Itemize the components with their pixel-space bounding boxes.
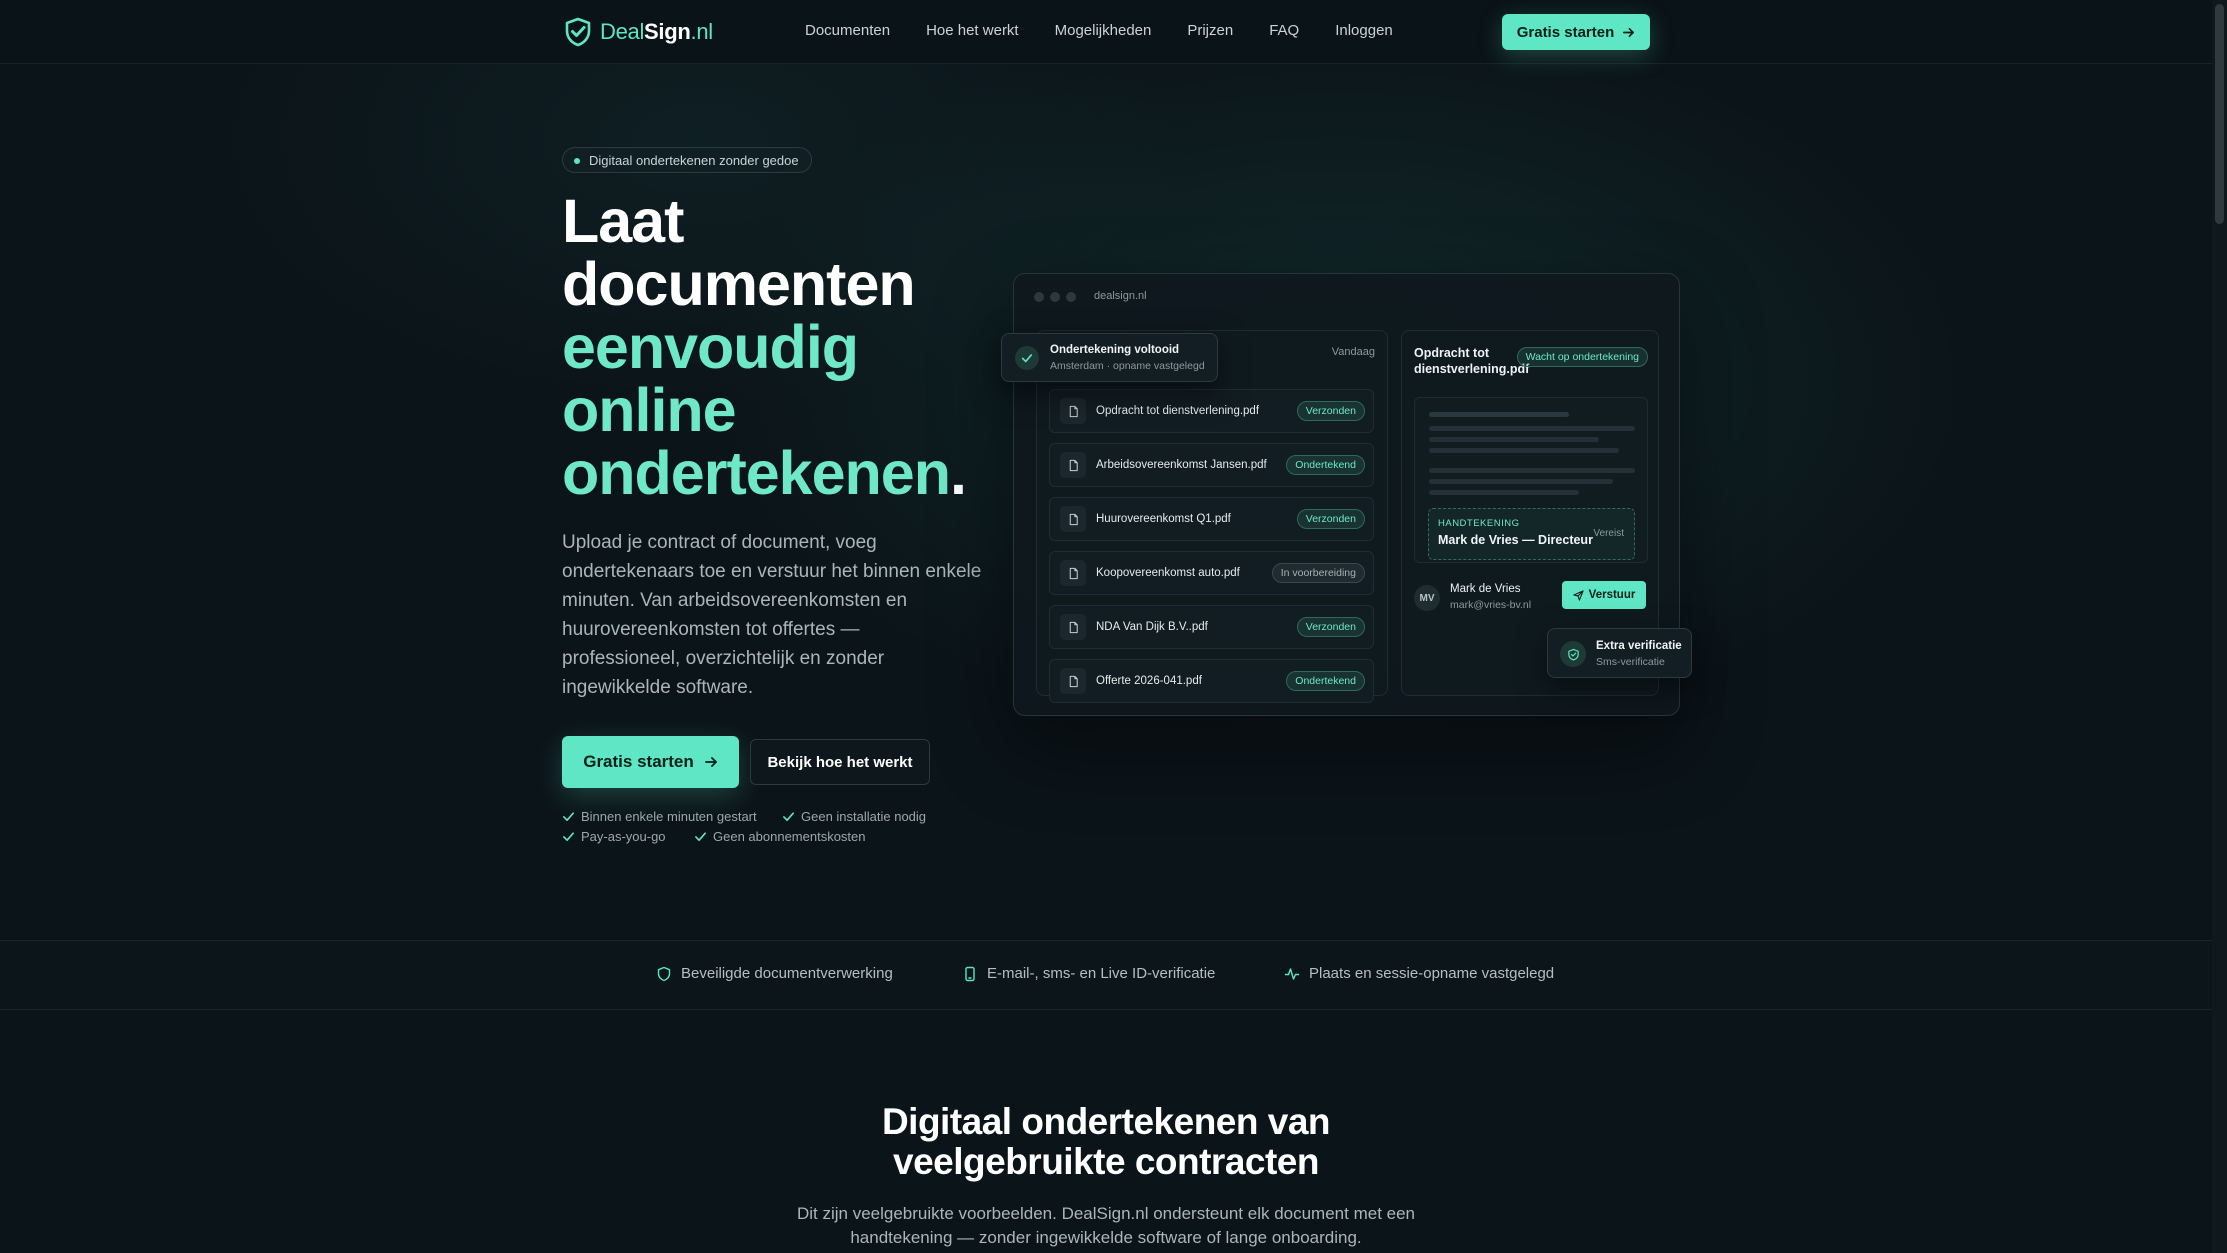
signature-name: Mark de Vries — Directeur [1438, 533, 1593, 547]
nav-link-prijzen[interactable]: Prijzen [1187, 22, 1233, 39]
send-icon [1573, 589, 1584, 601]
document-name: Arbeidsovereenkomst Jansen.pdf [1096, 459, 1267, 471]
document-row[interactable]: Arbeidsovereenkomst Jansen.pdf Onderteke… [1049, 443, 1374, 487]
trust-bar: Beveiligde documentverwerking E-mail-, s… [0, 940, 2212, 1010]
status-badge: Ondertekend [1286, 671, 1365, 691]
dealsign-logo[interactable]: DealSign.nl [562, 15, 713, 49]
file-icon [1060, 614, 1086, 640]
document-preview: HANDTEKENING Mark de Vries — Directeur V… [1414, 397, 1648, 563]
scrollbar-thumb[interactable] [2215, 4, 2224, 224]
document-row[interactable]: NDA Van Dijk B.V..pdf Verzonden [1049, 605, 1374, 649]
nav-link-hoe-het-werkt[interactable]: Hoe het werkt [926, 22, 1019, 39]
signature-field[interactable]: HANDTEKENING Mark de Vries — Directeur V… [1428, 508, 1635, 560]
signer-email: mark@vries-bv.nl [1450, 599, 1532, 611]
headline-line-2: documenten [562, 250, 916, 318]
document-name: Opdracht tot dienstverlening.pdf [1096, 405, 1260, 417]
file-icon [1060, 560, 1086, 586]
logo-wordmark: DealSign.nl [600, 19, 713, 44]
shield-check-logo-icon [565, 17, 591, 47]
page-scrollbar[interactable] [2212, 0, 2227, 1253]
nav-link-documenten[interactable]: Documenten [805, 22, 890, 39]
nav-link-faq[interactable]: FAQ [1269, 22, 1299, 39]
nav-cta-label: Gratis starten [1516, 23, 1615, 41]
primary-button-label: Gratis starten [583, 752, 694, 771]
headline-line-1: Laat [562, 187, 684, 255]
send-button-label: Verstuur [1588, 589, 1636, 601]
verification-title: Extra verificatie [1596, 640, 1682, 652]
document-row[interactable]: Koopovereenkomst auto.pdf In voorbereidi… [1049, 551, 1374, 595]
document-row[interactable]: Opdracht tot dienstverlening.pdf Verzond… [1049, 389, 1374, 433]
hero-intro: Upload je contract of document, voeg ond… [562, 532, 982, 698]
hero-headline: Laat documenten eenvoudig online onderte… [562, 190, 1022, 505]
smartphone-icon [965, 966, 975, 981]
status-badge: Wacht op ondertekening [1516, 347, 1648, 367]
status-badge: Ondertekend [1286, 455, 1365, 475]
status-badge: Verzonden [1296, 401, 1365, 421]
check-circle-icon [1015, 346, 1039, 370]
extra-verification-card: Extra verificatie Sms-verificatie [1547, 628, 1692, 678]
headline-line-5: ondertekenen. [562, 439, 967, 507]
file-icon [1060, 668, 1086, 694]
file-icon [1060, 506, 1086, 532]
trust-item-session-recording: Plaats en sessie-opname vastgelegd [1284, 965, 1554, 982]
section-title: Digitaal ondertekenen van veelgebruikte … [881, 1101, 1331, 1182]
file-icon [1060, 398, 1086, 424]
check-item: Pay-as-you-go [562, 829, 694, 844]
top-navigation: DealSign.nl Documenten Hoe het werkt Mog… [0, 0, 2212, 64]
avatar: MV [1414, 585, 1440, 611]
headline-line-3: eenvoudig [562, 313, 859, 381]
arrow-right-icon [1623, 27, 1635, 37]
check-item: Binnen enkele minuten gestart [562, 809, 782, 824]
signature-label: HANDTEKENING [1438, 518, 1520, 529]
shield-icon [657, 966, 671, 981]
check-item: Geen installatie nodig [782, 809, 926, 824]
signing-complete-toast: Ondertekening voltooid Amsterdam · opnam… [1001, 333, 1218, 382]
preview-url: dealsign.nl [1094, 290, 1147, 302]
document-row[interactable]: Offerte 2026-041.pdf Ondertekend [1049, 659, 1374, 703]
nav-links: Documenten Hoe het werkt Mogelijkheden P… [805, 22, 1429, 39]
gratis-starten-button[interactable]: Gratis starten [562, 736, 739, 788]
check-item: Geen abonnementskosten [694, 829, 866, 844]
arrow-right-icon [704, 757, 717, 767]
document-name: Huurovereenkomst Q1.pdf [1096, 513, 1231, 525]
check-icon [563, 811, 574, 821]
verification-subtitle: Sms-verificatie [1596, 656, 1665, 668]
toast-title: Ondertekening voltooid [1050, 344, 1180, 356]
check-icon [783, 811, 794, 821]
required-label: Vereist [1593, 528, 1624, 539]
hero-badge: Digitaal ondertekenen zonder gedoe [562, 147, 812, 173]
section-subtitle: Dit zijn veelgebruikte voorbeelden. Deal… [796, 1204, 1416, 1247]
status-badge: In voorbereiding [1271, 563, 1365, 583]
signer-name: Mark de Vries [1450, 583, 1521, 595]
shield-check-icon [1560, 641, 1586, 667]
trust-item-verification: E-mail-, sms- en Live ID-verificatie [962, 965, 1215, 982]
activity-icon [1284, 967, 1300, 980]
document-name: NDA Van Dijk B.V..pdf [1096, 621, 1208, 633]
bekijk-hoe-het-werkt-button[interactable]: Bekijk hoe het werkt [750, 739, 930, 785]
headline-line-4: online [562, 376, 737, 444]
list-date-label: Vandaag [1331, 346, 1375, 358]
window-controls [1034, 292, 1076, 302]
check-icon [695, 831, 706, 841]
nav-link-mogelijkheden[interactable]: Mogelijkheden [1055, 22, 1152, 39]
file-icon [1060, 452, 1086, 478]
trust-item-security: Beveiligde documentverwerking [656, 965, 893, 982]
toast-subtitle: Amsterdam · opname vastgelegd [1050, 360, 1205, 372]
status-badge: Verzonden [1296, 509, 1365, 529]
document-list: Vandaag Opdracht tot dienstverlening.pdf… [1036, 330, 1388, 703]
page: DealSign.nl Documenten Hoe het werkt Mog… [0, 0, 2212, 1253]
nav-gratis-starten-button[interactable]: Gratis starten [1502, 14, 1650, 50]
status-badge: Verzonden [1296, 617, 1365, 637]
hero-checklist: Binnen enkele minuten gestart Geen insta… [562, 806, 926, 846]
verstuur-button[interactable]: Verstuur [1562, 581, 1646, 609]
check-icon [563, 831, 574, 841]
nav-link-inloggen[interactable]: Inloggen [1335, 22, 1393, 39]
document-row[interactable]: Huurovereenkomst Q1.pdf Verzonden [1049, 497, 1374, 541]
document-name: Offerte 2026-041.pdf [1096, 675, 1202, 687]
document-name: Koopovereenkomst auto.pdf [1096, 567, 1240, 579]
